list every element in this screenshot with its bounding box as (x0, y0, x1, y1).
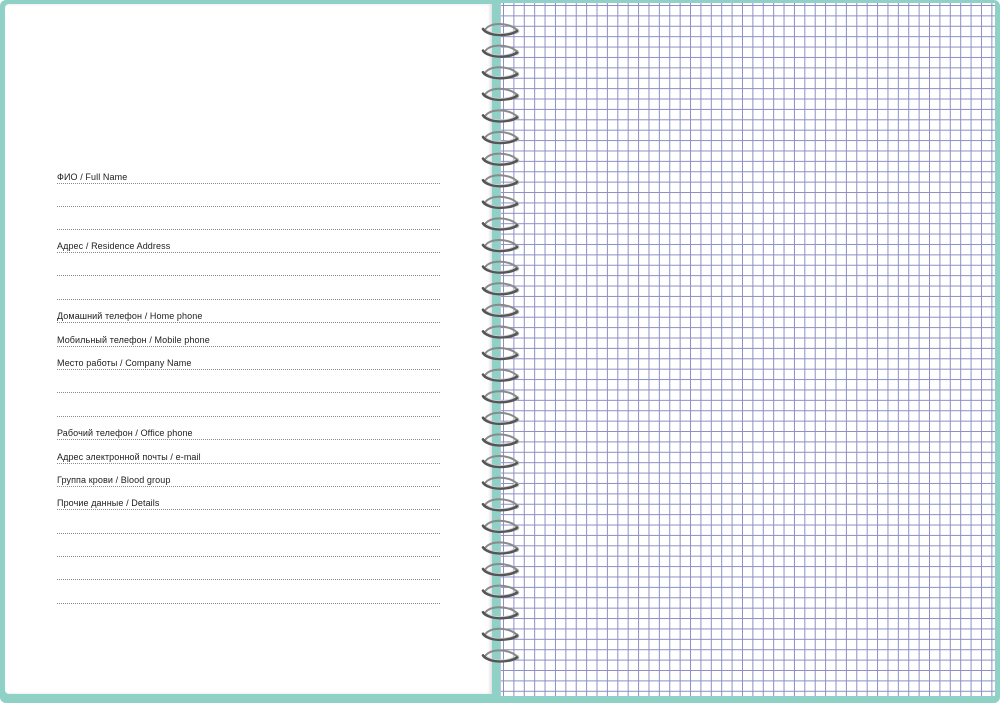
spiral-ring (481, 368, 520, 382)
spiral-ring (481, 627, 520, 641)
office-phone-line: Рабочий телефон / Office phone (57, 427, 440, 440)
company-name-line-2 (57, 380, 440, 393)
blood-group-label: Группа крови / Blood group (57, 475, 171, 485)
residence-address-line-2 (57, 263, 440, 276)
spiral-ring (481, 174, 520, 188)
email-label: Адрес электронной почты / e-mail (57, 452, 201, 462)
full-name-line-2 (57, 194, 440, 207)
blood-group-line: Группа крови / Blood group (57, 474, 440, 487)
spiral-ring (481, 347, 520, 361)
spiral-ring (481, 498, 520, 512)
grid-paper-page (500, 3, 995, 696)
spiral-ring (481, 303, 520, 317)
spiral-ring (481, 433, 520, 447)
spiral-ring (481, 390, 520, 404)
spiral-ring (481, 649, 520, 663)
home-phone-line: Домашний телефон / Home phone (57, 310, 440, 323)
company-name-label: Место работы / Company Name (57, 358, 192, 368)
office-phone-label: Рабочий телефон / Office phone (57, 428, 193, 438)
residence-address-line: Адрес / Residence Address (57, 240, 440, 253)
details-line-5 (57, 591, 440, 604)
full-name-line: ФИО / Full Name (57, 171, 440, 184)
email-line: Адрес электронной почты / e-mail (57, 451, 440, 464)
spiral-ring (481, 282, 520, 296)
spiral-ring (481, 541, 520, 555)
spiral-ring (481, 519, 520, 533)
spiral-ring (481, 23, 520, 37)
spiral-ring (481, 152, 520, 166)
spiral-ring (481, 584, 520, 598)
spiral-ring (481, 239, 520, 253)
spiral-ring (481, 131, 520, 145)
spiral-ring (481, 87, 520, 101)
spiral-ring (481, 606, 520, 620)
full-name-label: ФИО / Full Name (57, 172, 128, 182)
spiral-ring (481, 109, 520, 123)
spiral-ring (481, 411, 520, 425)
spiral-ring (481, 195, 520, 209)
details-line-4 (57, 567, 440, 580)
personal-info-page: ФИО / Full Name Адрес / Residence Addres… (5, 4, 492, 694)
mobile-phone-label: Мобильный телефон / Mobile phone (57, 335, 210, 345)
details-line-3 (57, 544, 440, 557)
home-phone-label: Домашний телефон / Home phone (57, 311, 203, 321)
full-name-line-3 (57, 217, 440, 230)
details-line-2 (57, 521, 440, 534)
details-line: Прочие данные / Details (57, 497, 440, 510)
spiral-ring (481, 66, 520, 80)
spiral-binding-icon (481, 23, 520, 663)
residence-address-label: Адрес / Residence Address (57, 241, 171, 251)
company-name-line: Место работы / Company Name (57, 357, 440, 370)
mobile-phone-line: Мобильный телефон / Mobile phone (57, 334, 440, 347)
spiral-ring (481, 44, 520, 58)
spiral-ring (481, 476, 520, 490)
company-name-line-3 (57, 404, 440, 417)
residence-address-line-3 (57, 287, 440, 300)
spiral-ring (481, 563, 520, 577)
spiral-ring (481, 455, 520, 469)
spiral-ring (481, 260, 520, 274)
spiral-ring (481, 217, 520, 231)
details-label: Прочие данные / Details (57, 498, 160, 508)
spiral-ring (481, 325, 520, 339)
